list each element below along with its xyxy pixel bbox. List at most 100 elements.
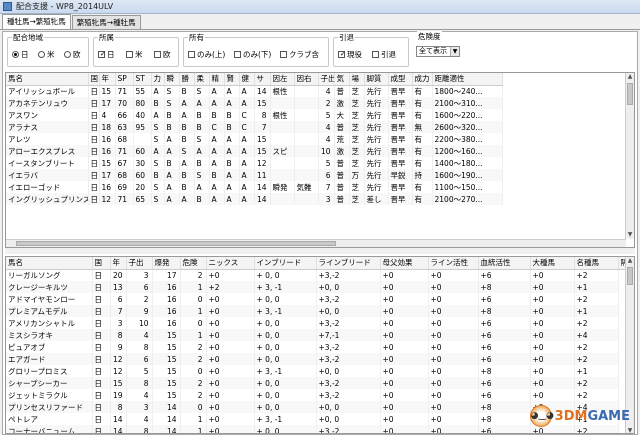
column-header[interactable]: 子出 xyxy=(126,257,153,270)
table-cell: 晋早 xyxy=(388,97,413,109)
table-row[interactable]: イングリッシュプリンス日 12 71 65 S A A B A A A 14 3 普芝差し 晋早有 2100〜… xyxy=(6,193,503,205)
column-header[interactable]: 脚質 xyxy=(364,73,389,86)
own-check-upper[interactable]: のみ(上) xyxy=(188,49,225,60)
column-header[interactable]: 精 xyxy=(209,73,225,86)
table-row[interactable]: リーガルソング日 20 3 17 2 +0 + 0, 0 +3,-2 +0 +0 +6 +0 +2 xyxy=(6,269,634,281)
column-header[interactable]: ST xyxy=(133,73,152,86)
table-cell: 先行 xyxy=(364,109,389,121)
table-row[interactable]: アメリカンシャトル日 3 10 16 0 +0 + 0, 0 +3,-2 +0 +0 +6 +0 +2 xyxy=(6,317,634,329)
column-header[interactable]: 距離適性 xyxy=(432,73,503,86)
table-row[interactable]: イースタンブリート日 15 67 30 S B A B A B A 12 5 普芝先行 晋早有 1400〜18… xyxy=(6,157,503,169)
table-row[interactable]: ミスシラオキ日 8 4 15 1 +0 + 0, 0 +7,-1 +0 +0 +6 +0 +4 xyxy=(6,329,634,341)
table-row[interactable]: ピュアオブ日 9 8 15 2 +0 + 0, 0 +3,-2 +0 +0 +6 +0 +2 xyxy=(6,341,634,353)
table-row[interactable]: エアガード日 12 6 15 2 +0 + 0, 0 +3,-2 +0 +0 +6 +0 +2 xyxy=(6,353,634,365)
column-header[interactable]: 国 xyxy=(92,257,111,270)
retire-check-active[interactable]: 現役 xyxy=(338,49,362,60)
retire-check-retired[interactable]: 引退 xyxy=(372,49,396,60)
stallion-hscroll[interactable] xyxy=(6,239,626,247)
column-header[interactable]: 瞬 xyxy=(164,73,180,86)
table-row[interactable]: アカネテンリュウ日 17 70 80 B S A A A A A 15 2 激芝先行 晋早有 2100〜310… xyxy=(6,97,503,109)
table-row[interactable]: グロリープロミス日 12 5 15 0 +0 + 3, -1 +0, 0 +0 +0 +8 +0 +1 xyxy=(6,365,634,377)
scroll-thumb[interactable] xyxy=(627,83,633,105)
column-header[interactable]: 危険 xyxy=(180,257,207,270)
scroll-thumb[interactable] xyxy=(627,267,633,285)
column-header[interactable]: 国 xyxy=(88,73,100,86)
column-header[interactable]: インブリード xyxy=(254,257,317,270)
own-check-club[interactable]: クラブ含 xyxy=(280,49,319,60)
stallion-vscroll[interactable]: ▲ ▼ xyxy=(625,73,634,239)
column-header[interactable]: 爆発 xyxy=(152,257,181,270)
column-header[interactable]: ライン活性 xyxy=(428,257,479,270)
column-header[interactable]: 年 xyxy=(99,73,116,86)
scroll-up-icon[interactable]: ▲ xyxy=(626,257,634,265)
column-header[interactable]: 馬名 xyxy=(6,257,93,270)
column-header[interactable]: 因左 xyxy=(270,73,295,86)
table-row[interactable]: イエローゴッド日 16 69 20 S A B A A A A 14 瞬発 気難 7 普芝先行 晋早有 1100〜… xyxy=(6,181,503,193)
scroll-down-icon[interactable]: ▼ xyxy=(626,427,634,433)
table-row[interactable]: ジェットミラクル日 19 4 15 2 +0 + 0, 0 +3,-2 +0 +0 +6 +0 +2 xyxy=(6,389,634,401)
table-row[interactable]: アスワン日 4 66 40 A B A B B B C 8 根性 5 大芝先行 晋早有 1600〜220... xyxy=(6,109,503,121)
risk-select[interactable]: 全て表示 ▼ xyxy=(416,46,460,57)
table-cell: +0 xyxy=(380,425,429,433)
scroll-down-icon[interactable]: ▼ xyxy=(626,231,634,239)
table-cell: A xyxy=(224,97,240,109)
column-header[interactable]: 名種馬 xyxy=(574,257,619,270)
tab-stallion-to-mare[interactable]: 種牡馬→繁殖牝馬 xyxy=(2,14,71,29)
column-header[interactable]: 健 xyxy=(239,73,255,86)
scroll-up-icon[interactable]: ▲ xyxy=(626,73,634,81)
column-header[interactable]: 力 xyxy=(151,73,165,86)
table-cell: +0 xyxy=(206,341,255,353)
own-check-lower[interactable]: のみ(下) xyxy=(234,49,271,60)
table-cell: S xyxy=(194,169,210,181)
column-header[interactable]: 子出 xyxy=(318,73,335,86)
table-row[interactable]: アレツ日 16 68 S A B S A A A 15 4 荒芝先行 晋早有 2200〜380... xyxy=(6,133,503,145)
column-header[interactable]: 気 xyxy=(334,73,350,86)
table-cell: A xyxy=(179,157,195,169)
column-header[interactable]: 成力 xyxy=(412,73,433,86)
table-row[interactable]: アローエクスプレス日 16 71 60 A A S A A A A 15 スピ 10 激芝先行 晋早有 1200… xyxy=(6,145,503,157)
column-header[interactable]: 成型 xyxy=(388,73,413,86)
column-header[interactable]: 柔 xyxy=(194,73,210,86)
hscroll-thumb[interactable] xyxy=(16,241,336,246)
area-radio-us[interactable]: 米 xyxy=(38,49,55,60)
table-row[interactable]: アイリッシュボール日 15 71 55 A S B S A A A 14 根性 4 普芝先行 晋早有 1800〜… xyxy=(6,85,503,97)
table-cell: 有 xyxy=(412,85,433,97)
area-radio-eu[interactable]: 欧 xyxy=(64,49,81,60)
table-cell: +0 xyxy=(380,281,429,293)
tab-mare-to-stallion[interactable]: 繁殖牝馬→種牡馬 xyxy=(71,15,141,29)
belong-check-us[interactable]: 米 xyxy=(126,49,143,60)
table-row[interactable]: アドマイヤモンロー日 6 2 16 0 +0 + 0, 0 +3,-2 +0 +0 +6 +0 +2 xyxy=(6,293,634,305)
column-header[interactable]: ニックス xyxy=(206,257,255,270)
belong-check-jp[interactable]: 日 xyxy=(98,49,115,60)
column-header[interactable]: SP xyxy=(115,73,134,86)
column-header[interactable]: 血統活性 xyxy=(478,257,531,270)
table-cell: ジェットミラクル xyxy=(6,389,93,401)
table-cell: +0 xyxy=(380,389,429,401)
table-cell: A xyxy=(194,97,210,109)
table-row[interactable]: プレミアムモデル日 7 9 16 1 +0 + 3, -1 +0, 0 +0 +0 +8 +0 +1 xyxy=(6,305,634,317)
column-header[interactable]: 場 xyxy=(349,73,365,86)
table-cell: + 0, 0 xyxy=(254,341,317,353)
table-row[interactable]: イエラバ日 17 68 60 B A B S B A A 11 6 普万先行 早鋭持 1600〜190... xyxy=(6,169,503,181)
column-header[interactable]: 馬名 xyxy=(6,73,89,86)
table-cell: 日 xyxy=(88,193,100,205)
belong-check-eu[interactable]: 欧 xyxy=(154,49,171,60)
column-header[interactable]: 大種馬 xyxy=(530,257,575,270)
table-row[interactable]: クレージーキルツ日 13 6 16 1 +2 + 3, -1 +0, 0 +0 +0 +8 +0 +1 xyxy=(6,281,634,293)
table-cell: 2 xyxy=(318,97,335,109)
table-row[interactable]: シャープシーカー日 15 8 15 2 +0 + 0, 0 +3,-2 +0 +0 +6 +0 +2 xyxy=(6,377,634,389)
column-header[interactable]: 勝 xyxy=(179,73,195,86)
column-header[interactable]: 賢 xyxy=(224,73,240,86)
stallion-grid[interactable]: 馬名国年 SP ST 力瞬勝柔精賢健サ因左 因右 子出気場脚質 成型 成力 距離適性 アイリッシュ… xyxy=(5,72,635,248)
area-radio-jp[interactable]: 日 xyxy=(12,49,29,60)
column-header[interactable]: ラインブリード xyxy=(316,257,381,270)
column-header[interactable]: 年 xyxy=(110,257,127,270)
table-cell: S xyxy=(164,97,180,109)
column-header[interactable]: サ xyxy=(254,73,271,86)
table-cell: 11 xyxy=(254,169,271,181)
table-cell: +0 xyxy=(428,281,479,293)
column-header[interactable]: 因右 xyxy=(294,73,319,86)
table-row[interactable]: アラナス日 18 63 95 S B B B C B C 7 4 普芝先行 晋早無 2600〜320... xyxy=(6,121,503,133)
column-header[interactable]: 母父効果 xyxy=(380,257,429,270)
splitter[interactable] xyxy=(5,248,635,254)
